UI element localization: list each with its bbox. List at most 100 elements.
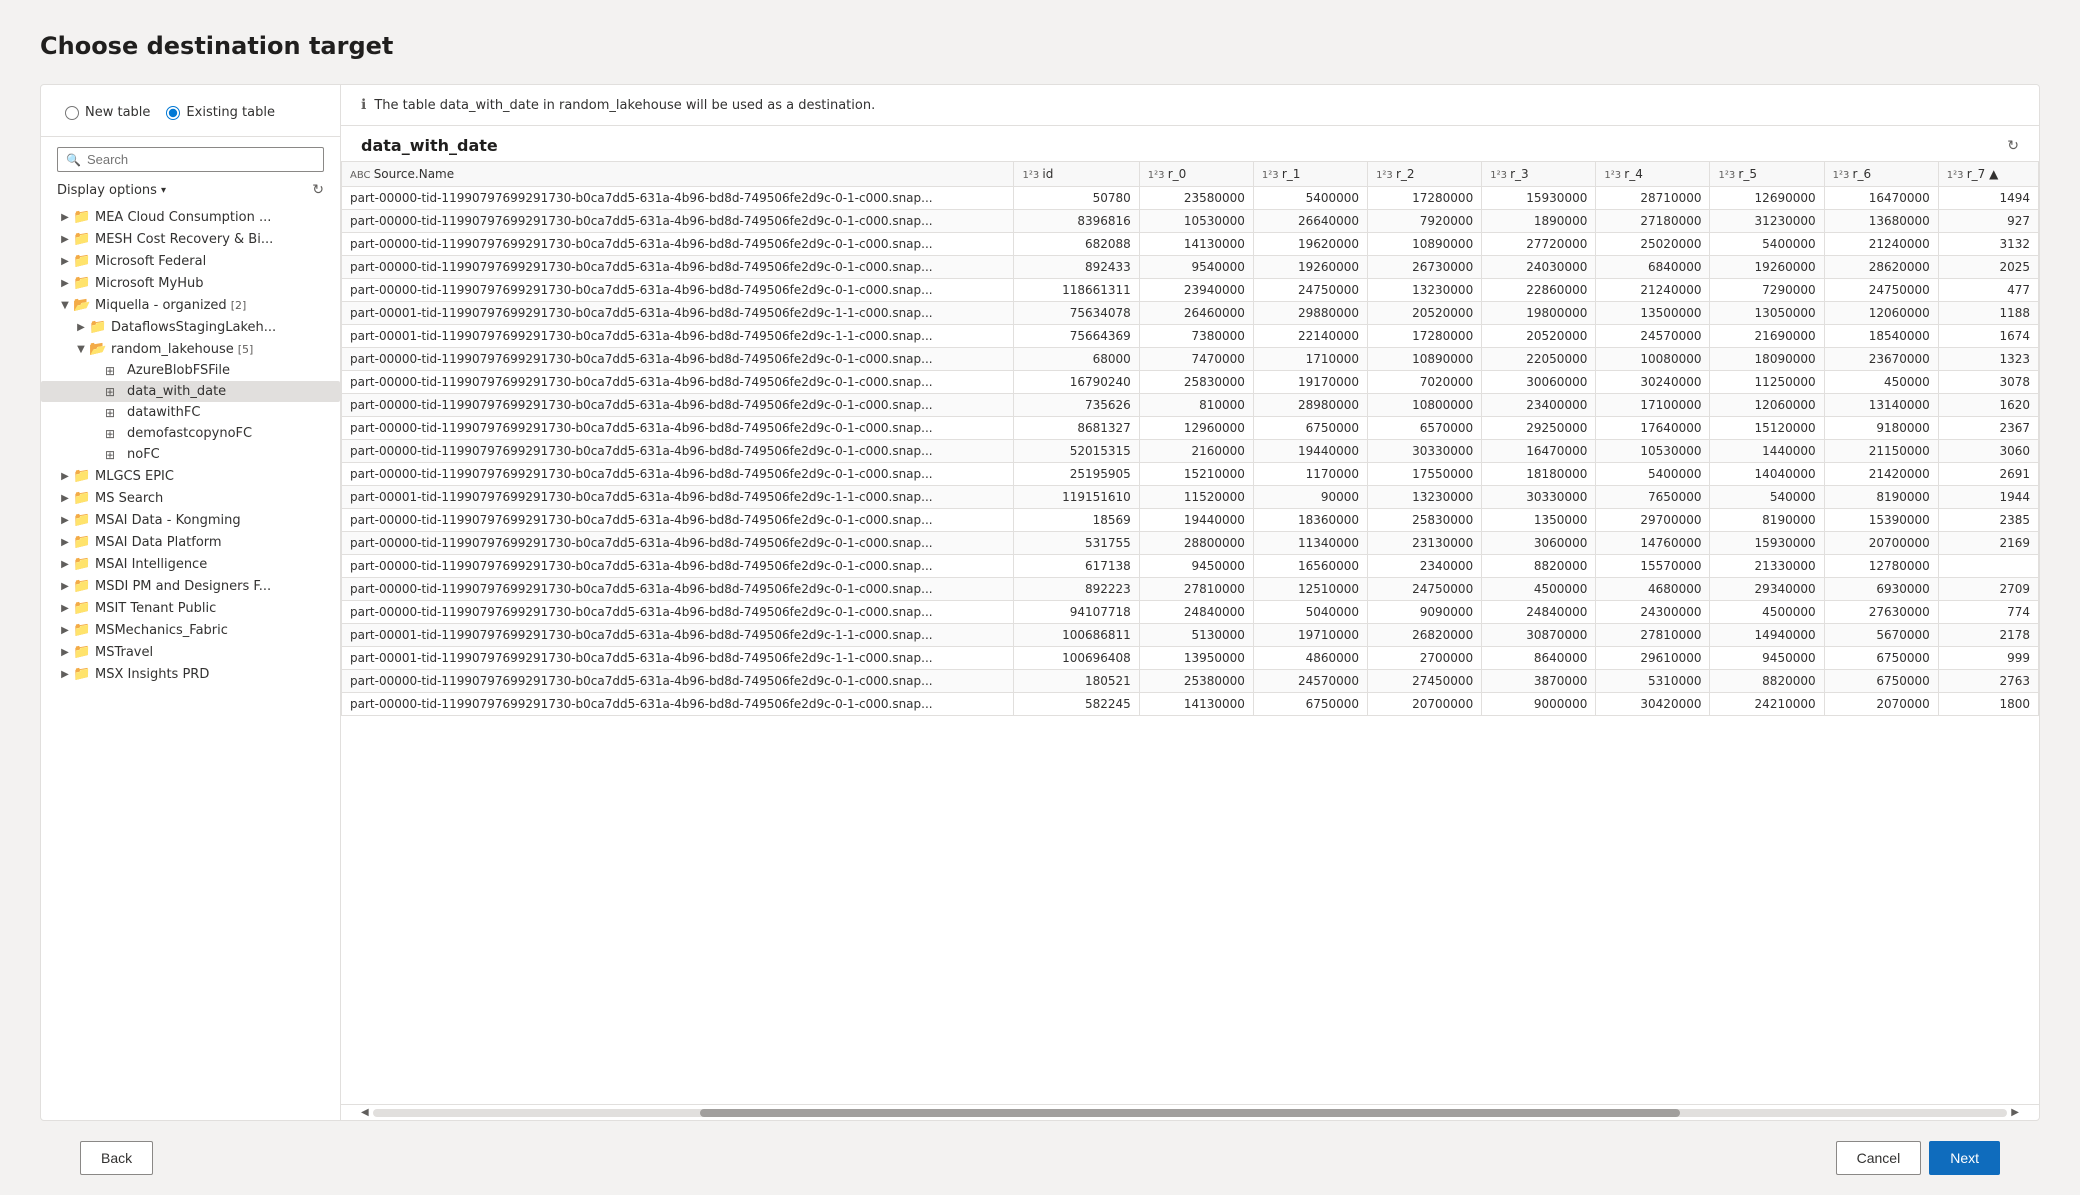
search-icon: 🔍: [66, 153, 81, 167]
tree-item-msai-kongming[interactable]: ▶ 📁 MSAI Data - Kongming: [41, 509, 340, 531]
table-icon: ⊞: [105, 385, 123, 399]
tree-item-demofastcopy[interactable]: ⊞ demofastcopynoFC: [41, 423, 340, 444]
table-cell: 7920000: [1368, 210, 1482, 233]
col-header-source-name[interactable]: ABC Source.Name: [342, 162, 1014, 187]
table-type-selector: New table Existing table: [41, 101, 340, 137]
table-refresh-icon[interactable]: ↻: [2007, 138, 2019, 154]
col-header-r1[interactable]: 1²3 r_1: [1253, 162, 1367, 187]
tree-item-label: MSIT Tenant Public: [95, 601, 216, 616]
table-cell: 24750000: [1824, 279, 1938, 302]
table-cell: 13500000: [1596, 302, 1710, 325]
back-button[interactable]: Back: [80, 1141, 153, 1175]
tree-item-dataflows[interactable]: ▶ 📁 DataflowsStagingLakeh...: [41, 316, 340, 338]
table-cell: 2763: [1938, 670, 2038, 693]
tree-item-msmechanics[interactable]: ▶ 📁 MSMechanics_Fabric: [41, 619, 340, 641]
table-cell: 11520000: [1139, 486, 1253, 509]
table-cell: 7290000: [1710, 279, 1824, 302]
table-cell: 10890000: [1368, 233, 1482, 256]
new-table-option[interactable]: New table: [57, 101, 158, 124]
table-cell: 27180000: [1596, 210, 1710, 233]
table-cell: 17640000: [1596, 417, 1710, 440]
table-cell: 28980000: [1253, 394, 1367, 417]
table-cell: 20520000: [1368, 302, 1482, 325]
tree-item-label: random_lakehouse: [111, 342, 234, 357]
table-cell: 12060000: [1710, 394, 1824, 417]
display-options-button[interactable]: Display options ▾: [57, 183, 166, 198]
table-cell: 27810000: [1596, 624, 1710, 647]
horizontal-scrollbar[interactable]: [373, 1109, 2008, 1117]
search-input[interactable]: [87, 152, 315, 167]
tree-item-azure-blob[interactable]: ⊞ AzureBlobFSFile: [41, 360, 340, 381]
tree-item-mesh[interactable]: ▶ 📁 MESH Cost Recovery & Bi...: [41, 228, 340, 250]
scroll-right-arrow[interactable]: ▶: [2011, 1107, 2019, 1118]
new-table-radio[interactable]: [65, 106, 79, 120]
search-wrapper[interactable]: 🔍: [57, 147, 324, 172]
existing-table-radio[interactable]: [166, 106, 180, 120]
tree-item-msdi-pm[interactable]: ▶ 📁 MSDI PM and Designers F...: [41, 575, 340, 597]
table-row: part-00000-tid-11990797699291730-b0ca7dd…: [342, 670, 2039, 693]
table-title-row: data_with_date ↻: [341, 126, 2039, 161]
table-cell: 180521: [1014, 670, 1139, 693]
tree-item-ms-search[interactable]: ▶ 📁 MS Search: [41, 487, 340, 509]
table-cell: 735626: [1014, 394, 1139, 417]
table-cell: 13680000: [1824, 210, 1938, 233]
table-cell: 19440000: [1139, 509, 1253, 532]
table-cell: 28620000: [1824, 256, 1938, 279]
scrollbar-thumb: [700, 1109, 1681, 1117]
next-button[interactable]: Next: [1929, 1141, 2000, 1175]
tree-item-miquella[interactable]: ▼ 📂 Miquella - organized [2]: [41, 294, 340, 316]
folder-icon: 📁: [73, 600, 91, 616]
tree-item-msit[interactable]: ▶ 📁 MSIT Tenant Public: [41, 597, 340, 619]
col-header-r5[interactable]: 1²3 r_5: [1710, 162, 1824, 187]
scroll-left-arrow[interactable]: ◀: [361, 1107, 369, 1118]
tree-item-label: data_with_date: [127, 384, 226, 399]
refresh-icon[interactable]: ↻: [312, 182, 324, 198]
tree-item-label: datawithFC: [127, 405, 200, 420]
table-cell: 16470000: [1482, 440, 1596, 463]
col-header-r7[interactable]: 1²3 r_7 ▲: [1938, 162, 2038, 187]
existing-table-option[interactable]: Existing table: [158, 101, 283, 124]
tree-item-mea[interactable]: ▶ 📁 MEA Cloud Consumption ...: [41, 206, 340, 228]
col-header-id[interactable]: 1²3 id: [1014, 162, 1139, 187]
tree-item-ms-myhub[interactable]: ▶ 📁 Microsoft MyHub: [41, 272, 340, 294]
table-row: part-00001-tid-11990797699291730-b0ca7dd…: [342, 302, 2039, 325]
cancel-button[interactable]: Cancel: [1836, 1141, 1922, 1175]
folder-icon: 📂: [89, 341, 107, 357]
col-header-r2[interactable]: 1²3 r_2: [1368, 162, 1482, 187]
table-cell: 5130000: [1139, 624, 1253, 647]
tree-item-msai-intelligence[interactable]: ▶ 📁 MSAI Intelligence: [41, 553, 340, 575]
table-cell: 4500000: [1710, 601, 1824, 624]
footer-right-actions: Cancel Next: [1836, 1141, 2000, 1175]
tree-item-mstravel[interactable]: ▶ 📁 MSTravel: [41, 641, 340, 663]
table-cell: 14760000: [1596, 532, 1710, 555]
table-cell: 999: [1938, 647, 2038, 670]
tree-container[interactable]: ▶ 📁 MEA Cloud Consumption ... ▶ 📁 MESH C…: [41, 202, 340, 1120]
table-cell: part-00001-tid-11990797699291730-b0ca7dd…: [342, 647, 1014, 670]
table-cell: 2367: [1938, 417, 2038, 440]
table-cell: 21240000: [1596, 279, 1710, 302]
table-cell: 25830000: [1368, 509, 1482, 532]
tree-item-mlgcs[interactable]: ▶ 📁 MLGCS EPIC: [41, 465, 340, 487]
table-cell: 1170000: [1253, 463, 1367, 486]
tree-item-msx-insights[interactable]: ▶ 📁 MSX Insights PRD: [41, 663, 340, 685]
data-table-wrapper[interactable]: ABC Source.Name 1²3 id 1²3 r_0 1²3 r_1 1…: [341, 161, 2039, 1100]
col-header-r4[interactable]: 1²3 r_4: [1596, 162, 1710, 187]
tree-item-ms-federal[interactable]: ▶ 📁 Microsoft Federal: [41, 250, 340, 272]
table-cell: 24030000: [1482, 256, 1596, 279]
table-cell: 15930000: [1482, 187, 1596, 210]
table-cell: 19710000: [1253, 624, 1367, 647]
scrollbar-row: ◀ ▶: [341, 1104, 2039, 1120]
table-cell: 29340000: [1710, 578, 1824, 601]
tree-item-msai-platform[interactable]: ▶ 📁 MSAI Data Platform: [41, 531, 340, 553]
table-cell: 13050000: [1710, 302, 1824, 325]
tree-item-random-lakehouse[interactable]: ▼ 📂 random_lakehouse [5]: [41, 338, 340, 360]
col-header-r0[interactable]: 1²3 r_0: [1139, 162, 1253, 187]
table-row: part-00000-tid-11990797699291730-b0ca7dd…: [342, 371, 2039, 394]
col-header-r3[interactable]: 1²3 r_3: [1482, 162, 1596, 187]
table-row: part-00000-tid-11990797699291730-b0ca7dd…: [342, 279, 2039, 302]
tree-item-nofc[interactable]: ⊞ noFC: [41, 444, 340, 465]
table-cell: 21240000: [1824, 233, 1938, 256]
col-header-r6[interactable]: 1²3 r_6: [1824, 162, 1938, 187]
tree-item-data-with-date[interactable]: ⊞ data_with_date: [41, 381, 340, 402]
tree-item-datawithfc[interactable]: ⊞ datawithFC: [41, 402, 340, 423]
